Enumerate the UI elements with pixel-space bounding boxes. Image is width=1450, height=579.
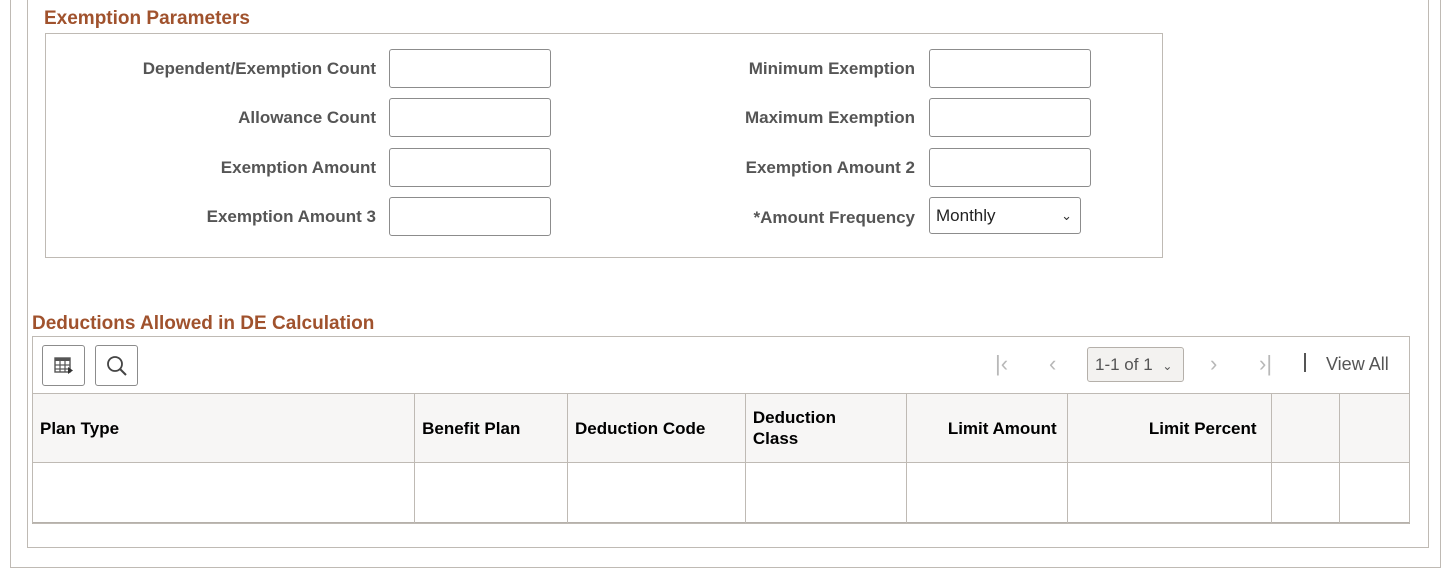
first-page-icon[interactable]: |‹ [995,351,1008,377]
cell-limit-percent[interactable] [1066,462,1272,524]
next-page-icon[interactable]: › [1210,351,1217,377]
page-range-text: 1-1 of 1 [1095,355,1153,374]
cell-blank-1 [1270,462,1341,524]
cell-blank-2 [1339,462,1409,524]
grid-settings-icon [53,356,73,374]
column-deduction-class-label: Deduction Class [752,408,836,448]
page-range-select[interactable]: 1-1 of 1 ⌄ [1087,347,1184,382]
column-deduction-class[interactable]: Deduction Class [744,393,907,463]
exemption-amount-label: Exemption Amount [220,158,376,177]
amount-frequency-label: *Amount Frequency [753,208,915,227]
column-deduction-code[interactable]: Deduction Code [566,393,746,463]
cell-benefit-plan[interactable] [414,462,568,524]
column-blank-1 [1270,393,1341,463]
column-blank-2 [1339,393,1409,463]
minimum-exemption-label: Minimum Exemption [748,59,915,78]
exemption-amount-3-label: Exemption Amount 3 [206,207,376,226]
exemption-amount-3-input[interactable] [389,197,551,236]
deductions-table: Plan Type Benefit Plan Deduction Code De… [33,393,1409,524]
dependent-exemption-count-input[interactable] [389,49,551,88]
column-benefit-plan[interactable]: Benefit Plan [414,393,568,463]
amount-frequency-select[interactable]: Monthly ⌄ [929,197,1081,234]
exemption-parameters-title: Exemption Parameters [44,8,250,29]
maximum-exemption-label: Maximum Exemption [744,108,915,127]
chevron-down-icon: ⌄ [1061,208,1072,223]
exemption-amount-input[interactable] [389,148,551,187]
column-limit-percent[interactable]: Limit Percent [1066,393,1272,463]
amount-frequency-value: Monthly [936,206,996,225]
previous-page-icon[interactable]: ‹ [1049,351,1056,377]
personalize-grid-button[interactable] [42,345,85,386]
allowance-count-label: Allowance Count [238,108,376,127]
find-button[interactable] [95,345,138,386]
cell-deduction-class[interactable] [744,462,907,524]
search-icon [106,355,127,376]
deductions-title: Deductions Allowed in DE Calculation [32,313,375,334]
table-header-row: Plan Type Benefit Plan Deduction Code De… [33,393,1409,463]
chevron-down-icon: ⌄ [1162,359,1173,373]
minimum-exemption-input[interactable] [929,49,1091,88]
exemption-amount-2-input[interactable] [929,148,1091,187]
deductions-grid: |‹ ‹ 1-1 of 1 ⌄ › ›| View All Plan Type … [32,336,1410,524]
column-plan-type[interactable]: Plan Type [33,393,416,463]
cell-plan-type[interactable] [33,462,416,524]
allowance-count-input[interactable] [389,98,551,137]
cell-limit-amount[interactable] [905,462,1068,524]
cell-deduction-code[interactable] [566,462,746,524]
exemption-amount-2-label: Exemption Amount 2 [745,158,915,177]
last-page-icon[interactable]: ›| [1259,351,1272,377]
table-row [33,462,1409,524]
dependent-exemption-count-label: Dependent/Exemption Count [142,59,376,78]
column-limit-amount[interactable]: Limit Amount [905,393,1068,463]
maximum-exemption-input[interactable] [929,98,1091,137]
pager-divider [1304,353,1306,372]
view-all-link[interactable]: View All [1326,354,1389,375]
